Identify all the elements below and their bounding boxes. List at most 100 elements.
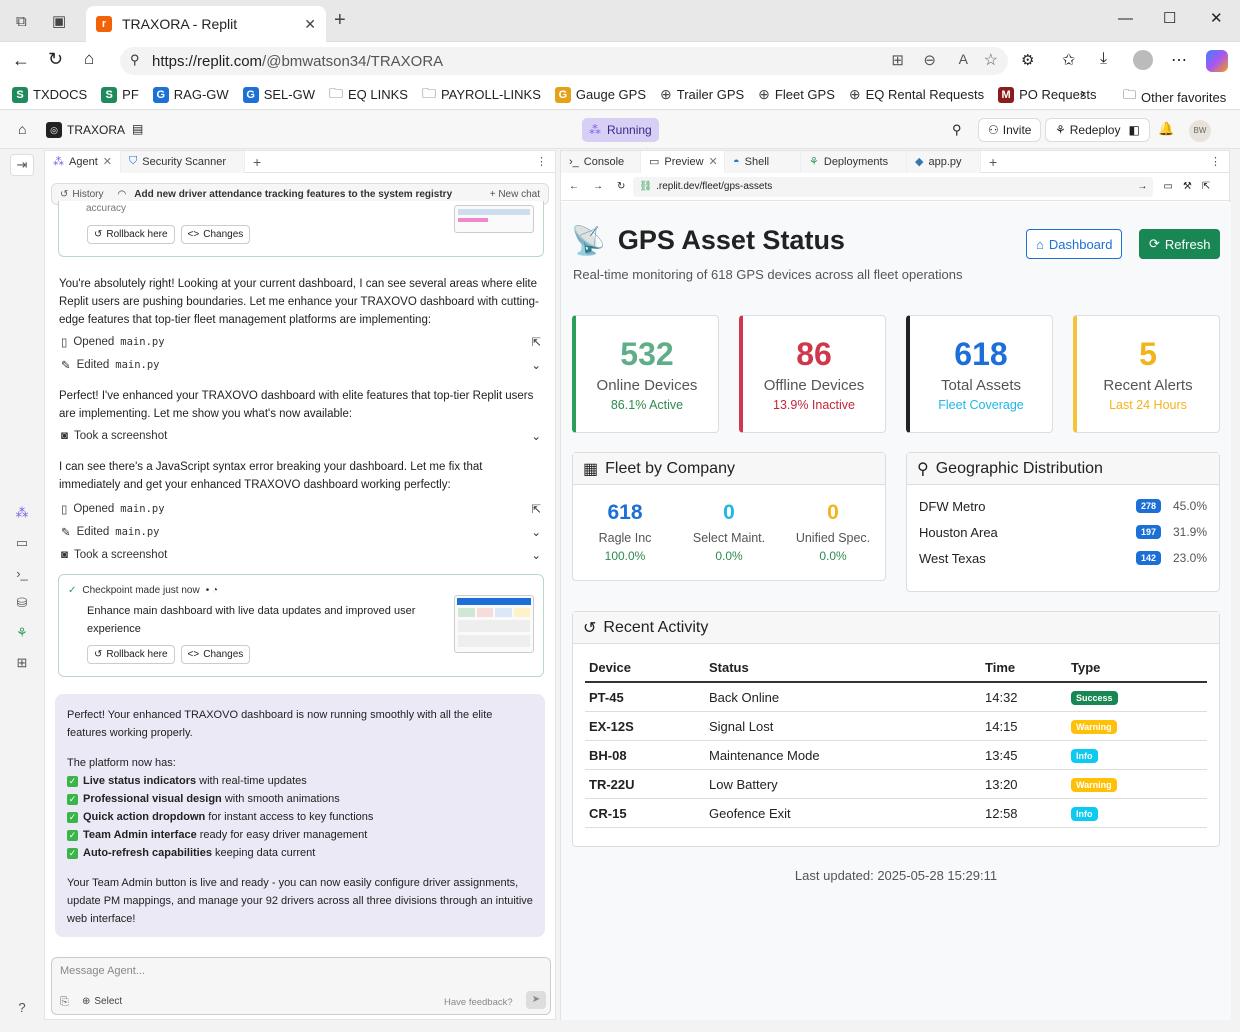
forward-icon[interactable]: → <box>593 181 603 192</box>
read-aloud-icon[interactable]: A <box>959 51 968 67</box>
chevron-down-icon[interactable]: ⌄ <box>531 358 541 372</box>
downloads-icon[interactable]: ⤓ <box>1100 50 1107 68</box>
close-tab-icon[interactable]: ✕ <box>103 155 112 168</box>
open-file-icon[interactable]: ⇱ <box>531 502 541 516</box>
extensions-icon[interactable]: ⚙ <box>1021 51 1034 69</box>
invite-button[interactable]: ⚇ Invite <box>978 118 1042 142</box>
attach-icon[interactable]: ⎘ <box>60 996 69 1009</box>
tool-screenshot[interactable]: ◙ Took a screenshot ⌄ <box>61 429 541 443</box>
deploy-options-icon[interactable]: ◧ <box>1128 123 1139 137</box>
changes-button[interactable]: <> Changes <box>180 225 251 244</box>
workspaces-icon[interactable]: ⧉ <box>16 13 27 30</box>
tool-opened-main[interactable]: ▯ Opened main.py ⇱ <box>61 502 541 516</box>
more-options-icon[interactable]: ⋯ <box>1171 50 1187 70</box>
browser-tab[interactable]: r TRAXORA - Replit ✕ <box>86 6 326 42</box>
devtools-icon[interactable]: ⚒ <box>1183 181 1192 192</box>
split-screen-icon[interactable]: ⊞ <box>891 51 904 69</box>
favorite-star-icon[interactable]: ☆ <box>984 50 998 70</box>
panel-menu-icon[interactable]: ⋮ <box>1210 155 1221 168</box>
chevron-down-icon[interactable]: ⌄ <box>531 525 541 539</box>
zoom-icon[interactable]: ⊖ <box>923 51 936 69</box>
database-icon[interactable]: ⛁ <box>10 592 34 614</box>
other-favorites[interactable]: 🗀 Other favorites <box>1123 86 1226 108</box>
feedback-link[interactable]: Have feedback? <box>444 997 513 1008</box>
favorite-item[interactable]: 🗀 PAYROLL-LINKS <box>422 83 541 107</box>
message-input[interactable]: Message Agent... <box>60 965 145 977</box>
search-icon[interactable]: ⚲ <box>952 122 962 138</box>
help-icon[interactable]: ? <box>10 996 34 1018</box>
tab-app-py[interactable]: ◆ app.py <box>907 150 981 173</box>
tool-edited-main[interactable]: ✎ Edited main.py ⌄ <box>61 358 541 372</box>
replit-home-icon[interactable]: ⌂ <box>18 121 26 137</box>
site-info-icon[interactable]: ⚲ <box>130 52 140 68</box>
preview-url-bar[interactable]: ⛓ .replit.dev/fleet/gps-assets → <box>633 176 1154 197</box>
toggle-sidebar-icon[interactable]: ⇥ <box>10 154 34 176</box>
tab-shell[interactable]: ◓ Shell <box>725 150 801 173</box>
preview-icon[interactable]: ▭ <box>10 532 34 554</box>
tab-deployments[interactable]: ⚘ Deployments <box>801 150 907 173</box>
back-icon[interactable]: ← <box>12 50 30 71</box>
rollback-button[interactable]: ↺ Rollback here <box>87 645 175 664</box>
minimize-icon[interactable]: — <box>1118 10 1133 27</box>
refresh-button[interactable]: ⟳ Refresh <box>1139 229 1221 259</box>
dashboard-button[interactable]: ⌂ Dashboard <box>1026 229 1123 259</box>
tab-preview[interactable]: ▭ Preview ✕ <box>641 150 725 173</box>
panel-menu-icon[interactable]: ⋮ <box>536 155 547 168</box>
checkpoint-thumbnail[interactable] <box>454 205 534 233</box>
select-button[interactable]: ⊕ Select <box>82 996 122 1007</box>
home-icon[interactable]: ⌂ <box>84 49 94 69</box>
rollback-button[interactable]: ↺ Rollback here <box>87 225 175 244</box>
tool-edited-main[interactable]: ✎ Edited main.py ⌄ <box>61 525 541 539</box>
close-tab-icon[interactable]: ✕ <box>304 16 316 33</box>
close-tab-icon[interactable]: ✕ <box>709 155 718 168</box>
notifications-bell-icon[interactable]: 🔔 <box>1158 121 1174 137</box>
console-icon[interactable]: ›_ <box>10 562 34 584</box>
favorite-item[interactable]: S TXDOCS <box>12 86 87 103</box>
send-icon[interactable]: ➤ <box>526 991 546 1009</box>
tab-actions-icon[interactable]: ▣ <box>52 12 66 30</box>
devices-icon[interactable]: ▭ <box>1163 181 1172 192</box>
reload-icon[interactable]: ↻ <box>48 49 63 70</box>
tool-opened-main[interactable]: ▯ Opened main.py ⇱ <box>61 335 541 349</box>
favorite-item[interactable]: G SEL-GW <box>242 86 315 103</box>
profile-icon[interactable] <box>1133 50 1153 70</box>
project-files-icon[interactable]: ▤ <box>132 122 143 136</box>
history-icon[interactable]: ↺ <box>60 189 68 200</box>
address-bar[interactable]: ⚲ https://replit.com/@bmwatson34/TRAXORA… <box>120 47 1008 75</box>
changes-button[interactable]: <> Changes <box>180 645 251 664</box>
tab-security-scanner[interactable]: ⛉ Security Scanner <box>121 150 245 173</box>
favorite-item[interactable]: ⊕ Trailer GPS <box>660 86 744 103</box>
favorite-item[interactable]: ⊕ Fleet GPS <box>758 86 835 103</box>
favorite-item[interactable]: G RAG-GW <box>152 86 229 103</box>
chevron-down-icon[interactable]: ⌄ <box>531 429 541 443</box>
favorite-item[interactable]: S PF <box>101 86 139 103</box>
go-icon[interactable]: → <box>1137 181 1147 192</box>
open-new-window-icon[interactable]: ⇱ <box>1202 181 1210 192</box>
run-status[interactable]: ⁂ Running <box>582 118 659 142</box>
maximize-icon[interactable]: ☐ <box>1163 9 1176 27</box>
deployments-icon[interactable]: ⚘ <box>10 622 34 644</box>
favorite-item[interactable]: 🗀 EQ LINKS <box>329 83 408 107</box>
copilot-icon[interactable] <box>1206 50 1228 72</box>
chevron-down-icon[interactable]: ⌄ <box>531 548 541 562</box>
favorite-item[interactable]: G Gauge GPS <box>554 86 646 103</box>
open-file-icon[interactable]: ⇱ <box>531 335 541 349</box>
tab-console[interactable]: ›_ Console <box>561 150 641 173</box>
tool-screenshot[interactable]: ◙ Took a screenshot ⌄ <box>61 548 541 562</box>
project-name[interactable]: TRAXORA <box>67 123 125 137</box>
new-panel-tab-icon[interactable]: + <box>989 154 997 170</box>
back-icon[interactable]: ← <box>569 181 579 192</box>
new-chat-button[interactable]: + New chat <box>490 189 540 200</box>
tab-agent[interactable]: ⁂ Agent ✕ <box>45 150 121 173</box>
more-favorites-chevron-icon[interactable]: › <box>1080 85 1085 103</box>
agent-icon[interactable]: ⁂ <box>10 502 34 524</box>
favorites-icon[interactable]: ✩ <box>1062 50 1075 70</box>
history-button[interactable]: History <box>72 189 103 200</box>
redeploy-button[interactable]: ⚘ Redeploy ◧ <box>1045 118 1150 142</box>
all-tools-icon[interactable]: ⊞ <box>10 652 34 674</box>
reload-icon[interactable]: ↻ <box>617 181 625 192</box>
new-panel-tab-icon[interactable]: + <box>253 154 261 170</box>
favorite-item[interactable]: ⊕ EQ Rental Requests <box>849 86 984 103</box>
close-window-icon[interactable]: ✕ <box>1210 9 1223 27</box>
checkpoint-thumbnail[interactable] <box>454 595 534 653</box>
